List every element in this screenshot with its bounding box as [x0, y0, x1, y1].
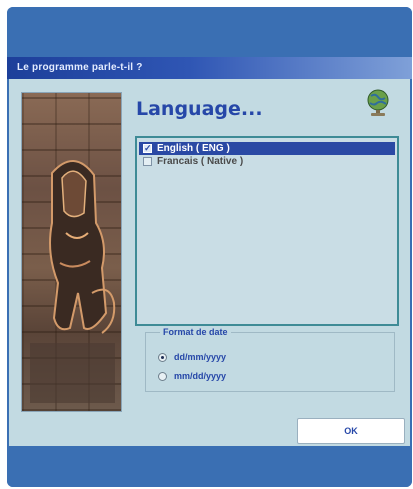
language-label: English ( ENG ) — [157, 143, 230, 154]
window-frame: Le programme parle-t-il ? Language... ✓ … — [7, 7, 412, 487]
sidebar-image — [21, 92, 122, 412]
title-bar[interactable]: Le programme parle-t-il ? — [7, 57, 412, 79]
checkbox-icon[interactable]: ✓ — [143, 143, 152, 153]
language-list[interactable]: ✓ English ( ENG ) Francais ( Native ) — [135, 136, 399, 326]
dialog-heading: Language... — [136, 98, 263, 120]
language-label: Francais ( Native ) — [157, 156, 244, 167]
radio-label: mm/dd/yyyy — [174, 371, 227, 381]
date-format-label: Format de date — [160, 327, 231, 337]
ok-button[interactable]: OK — [297, 418, 405, 444]
language-dialog: Language... ✓ English ( ENG ) Francais (… — [9, 79, 410, 446]
radio-button[interactable] — [158, 353, 167, 362]
globe-icon — [367, 89, 389, 116]
language-item-english[interactable]: ✓ English ( ENG ) — [139, 142, 395, 155]
language-item-francais[interactable]: Francais ( Native ) — [139, 155, 395, 168]
statue-illustration — [30, 160, 116, 403]
radio-button[interactable] — [158, 372, 167, 381]
radio-label: dd/mm/yyyy — [174, 352, 227, 362]
top-band — [7, 7, 412, 57]
checkbox-icon[interactable] — [143, 157, 152, 166]
date-format-group: Format de date dd/mm/yyyy mm/dd/yyyy — [145, 327, 395, 392]
bottom-band — [7, 446, 412, 487]
